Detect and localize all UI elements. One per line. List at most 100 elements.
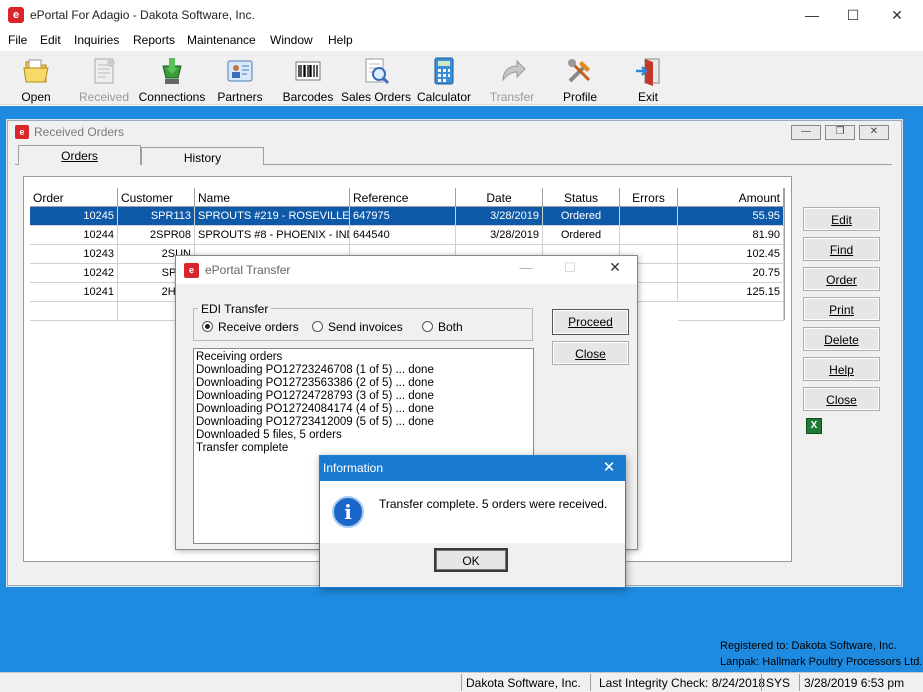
menu-maintenance[interactable]: Maintenance [187,33,256,47]
menu-file[interactable]: File [8,33,27,47]
table-cell[interactable]: Ordered [543,207,620,226]
toolbar-connections-button[interactable]: Connections [139,53,205,104]
help-button[interactable]: Help [803,357,880,381]
child-minimize-icon[interactable]: — [791,125,821,140]
close-icon[interactable]: ✕ [887,6,907,24]
column-header-customer[interactable]: Customer [118,188,195,207]
information-body [320,481,625,543]
table-row[interactable]: 10241 [30,283,118,302]
menu-help[interactable]: Help [328,33,353,47]
connections-icon [162,58,182,84]
menu-window[interactable]: Window [270,33,313,47]
calculator-icon [434,57,454,85]
log-line: Downloading PO12724084174 (4 of 5) ... d… [196,403,434,415]
delete-button[interactable]: Delete [803,327,880,351]
log-line: Downloaded 5 files, 5 orders [196,429,342,441]
close-button[interactable]: Close [803,387,880,411]
send-invoices-radio[interactable] [312,321,323,332]
close-button-label: Close [826,393,857,407]
menu-reports[interactable]: Reports [133,33,175,47]
transfer-close-button-label: Close [575,347,606,361]
table-row[interactable]: 10244 [30,226,118,245]
menu-inquiries[interactable]: Inquiries [74,33,119,47]
toolbar-transfer-button[interactable]: Transfer [482,53,542,104]
grid-edge [784,188,785,320]
child-restore-icon[interactable]: ❐ [825,125,855,140]
log-line: Receiving orders [196,351,283,363]
close-icon[interactable]: ✕ [605,259,625,277]
menu-edit[interactable]: Edit [40,33,61,47]
toolbar-profile-button[interactable]: Profile [550,53,610,104]
ok-button[interactable]: OK [434,548,508,572]
log-line: Downloading PO12724728793 (3 of 5) ... d… [196,390,434,402]
edit-button-label: Edit [831,213,852,227]
minimize-icon[interactable]: — [802,6,822,24]
order-button[interactable]: Order [803,267,880,291]
tab-orders[interactable]: Orders [18,145,141,165]
proceed-button[interactable]: Proceed [552,309,629,335]
table-cell[interactable]: 644540 [350,226,456,245]
received-doc-icon [94,58,115,84]
find-button-label: Find [829,243,854,257]
table-cell[interactable]: 125.15 [678,283,784,302]
column-header-reference[interactable]: Reference [350,188,456,207]
table-cell[interactable]: 3/28/2019 [456,226,543,245]
table-cell[interactable]: 2SPR08 [118,226,195,245]
toolbar-sales-orders-button[interactable]: Sales Orders [341,53,411,104]
table-row[interactable]: 10245 [30,207,118,226]
toolbar-calculator-button[interactable]: Calculator [414,53,474,104]
table-cell[interactable]: SPROUTS #8 - PHOENIX - INDIA [195,226,350,245]
maximize-icon[interactable]: ☐ [843,6,863,24]
proceed-button-label: Proceed [568,315,613,329]
table-cell[interactable]: SPROUTS #219 - ROSEVILLE - S [195,207,350,226]
registered-to-text: Registered to: Dakota Software, Inc. [720,640,897,652]
table-cell[interactable] [620,226,678,245]
print-button-label: Print [829,303,854,317]
excel-export-icon[interactable]: X [806,418,822,434]
delete-button-label: Delete [824,333,859,347]
log-line: Downloading PO12723246708 (1 of 5) ... d… [196,364,434,376]
table-row[interactable]: 10243 [30,245,118,264]
toolbar-open-button[interactable]: Open [6,53,66,104]
column-header-amount[interactable]: Amount [678,188,784,207]
find-button[interactable]: Find [803,237,880,261]
column-header-order[interactable]: Order [30,188,118,207]
table-cell[interactable]: 102.45 [678,245,784,264]
log-line: Downloading PO12723412009 (5 of 5) ... d… [196,416,434,428]
tab-history[interactable]: History [141,147,264,165]
child-close-icon[interactable]: ✕ [859,125,889,140]
close-icon[interactable]: ✕ [598,457,620,479]
table-cell[interactable]: 647975 [350,207,456,226]
column-header-errors[interactable]: Errors [620,188,678,207]
log-line: Transfer complete [196,442,289,454]
table-cell[interactable]: 20.75 [678,264,784,283]
both-label[interactable]: Both [438,320,463,334]
table-cell[interactable] [620,207,678,226]
transfer-close-button[interactable]: Close [552,341,629,365]
column-header-name[interactable]: Name [195,188,350,207]
both-radio[interactable] [422,321,433,332]
column-header-status[interactable]: Status [543,188,620,207]
receive-orders-radio[interactable] [202,321,213,332]
toolbar-partners-button[interactable]: Partners [210,53,270,104]
column-header-date[interactable]: Date [456,188,543,207]
table-row[interactable]: 10242 [30,264,118,283]
toolbar-barcodes-button[interactable]: Barcodes [278,53,338,104]
print-button[interactable]: Print [803,297,880,321]
edit-button[interactable]: Edit [803,207,880,231]
status-datetime: 3/28/2019 6:53 pm [799,674,923,691]
send-invoices-label[interactable]: Send invoices [328,320,403,334]
table-cell[interactable]: SPR113 [118,207,195,226]
minimize-icon[interactable]: — [516,260,536,278]
table-cell[interactable]: 81.90 [678,226,784,245]
toolbar-received-button[interactable]: Received [74,53,134,104]
table-cell[interactable]: 3/28/2019 [456,207,543,226]
tab-orders-label: Orders [61,149,98,163]
table-row-empty [30,302,118,321]
information-message: Transfer complete. 5 orders were receive… [379,497,608,511]
toolbar-exit-button[interactable]: Exit [618,53,678,104]
table-cell[interactable]: Ordered [543,226,620,245]
receive-orders-label[interactable]: Receive orders [218,320,299,334]
toolbar-label: Exit [637,90,658,104]
table-cell[interactable]: 55.95 [678,207,784,226]
